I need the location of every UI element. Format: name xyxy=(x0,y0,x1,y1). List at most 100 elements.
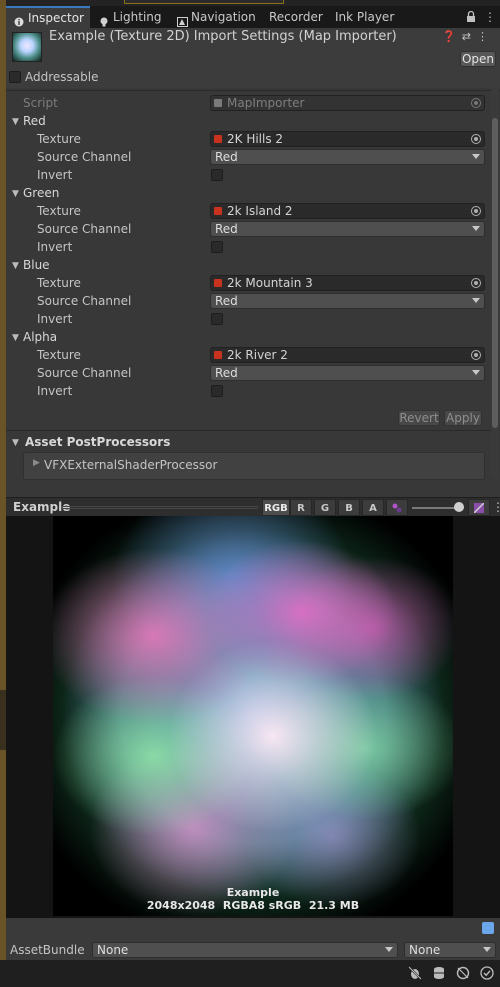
apply-button[interactable]: Apply xyxy=(444,410,482,426)
texture-label: Texture xyxy=(37,348,81,362)
render-pipeline-icon[interactable] xyxy=(456,966,470,980)
tab-label: Recorder xyxy=(269,10,323,24)
green-header[interactable]: Green xyxy=(23,186,59,200)
preview-menu-icon[interactable]: ⋮ xyxy=(492,500,500,514)
assetbundle-name-dropdown[interactable]: None xyxy=(92,942,398,958)
red-invert-checkbox[interactable] xyxy=(211,169,223,181)
b-channel-button[interactable]: B xyxy=(338,499,360,516)
help-icon[interactable]: ❓ xyxy=(442,30,462,43)
revert-button[interactable]: Revert xyxy=(398,410,440,426)
info-icon xyxy=(14,13,24,27)
tab-ink-player[interactable]: Ink Player xyxy=(335,6,394,28)
red-texture-field[interactable]: 2K Hills 2 xyxy=(210,131,485,147)
foldout-arrow-icon[interactable]: ▼ xyxy=(12,261,19,271)
texture-icon xyxy=(214,207,222,215)
cache-icon[interactable] xyxy=(432,966,446,980)
dropdown-arrow-icon xyxy=(385,947,393,952)
preset-icon[interactable]: ⇄ xyxy=(462,30,477,43)
kebab-menu-icon[interactable]: ⋮ xyxy=(484,6,496,28)
source-channel-label: Source Channel xyxy=(37,150,132,164)
debug-off-icon[interactable] xyxy=(408,966,422,980)
texture-label: Texture xyxy=(37,204,81,218)
navigation-icon xyxy=(177,12,188,27)
blue-source-channel-dropdown[interactable]: Red xyxy=(210,293,485,309)
source-channel-label: Source Channel xyxy=(37,222,132,236)
blue-invert-checkbox[interactable] xyxy=(211,313,223,325)
green-invert-checkbox[interactable] xyxy=(211,241,223,253)
texture-icon xyxy=(214,351,222,359)
assetbundle-label: AssetBundle xyxy=(10,943,85,957)
object-picker-icon[interactable] xyxy=(471,350,481,360)
object-picker-icon[interactable] xyxy=(471,278,481,288)
tab-bar: Inspector Lighting Navigation Recorder I… xyxy=(6,6,500,28)
inspector-scrollbar[interactable] xyxy=(491,88,499,478)
tab-inspector[interactable]: Inspector xyxy=(6,6,90,28)
dropdown-value: Red xyxy=(215,150,238,164)
foldout-arrow-icon[interactable]: ▼ xyxy=(12,438,19,448)
mip-icon[interactable] xyxy=(386,499,408,516)
scrollbar-thumb[interactable] xyxy=(492,118,498,428)
foldout-arrow-icon[interactable]: ▼ xyxy=(12,189,19,199)
dropdown-value: Red xyxy=(215,366,238,380)
object-picker-icon[interactable] xyxy=(471,206,481,216)
object-picker-icon xyxy=(471,98,481,108)
inspector-header: Example (Texture 2D) Import Settings (Ma… xyxy=(6,28,500,88)
green-texture-field[interactable]: 2k Island 2 xyxy=(210,203,485,219)
mip-slider-handle[interactable] xyxy=(454,502,464,512)
blue-texture-value: 2k Mountain 3 xyxy=(227,276,313,290)
object-picker-icon[interactable] xyxy=(471,134,481,144)
red-header[interactable]: Red xyxy=(23,114,46,128)
mip-bias-icon[interactable] xyxy=(468,499,490,516)
texture-icon xyxy=(214,135,222,143)
dropdown-arrow-icon xyxy=(483,947,491,952)
a-channel-button[interactable]: A xyxy=(362,499,384,516)
checkmark-icon[interactable] xyxy=(480,966,494,980)
status-bar xyxy=(0,960,500,987)
red-texture-value: 2K Hills 2 xyxy=(227,132,284,146)
tab-lighting[interactable]: Lighting xyxy=(99,6,162,28)
section-divider xyxy=(6,430,500,431)
g-channel-button[interactable]: G xyxy=(314,499,336,516)
asset-postprocessors-header[interactable]: Asset PostProcessors xyxy=(25,435,170,449)
green-source-channel-dropdown[interactable]: Red xyxy=(210,221,485,237)
resize-grip[interactable] xyxy=(62,506,258,509)
blue-header[interactable]: Blue xyxy=(23,258,50,272)
texture-preview-image xyxy=(53,516,453,916)
texture-label: Texture xyxy=(37,276,81,290)
alpha-texture-value: 2k River 2 xyxy=(227,348,288,362)
texture-icon xyxy=(214,279,222,287)
assetbundle-variant-dropdown[interactable]: None xyxy=(404,942,496,958)
texture-thumbnail xyxy=(12,32,42,62)
source-channel-label: Source Channel xyxy=(37,366,132,380)
texture-format-info: 2048x2048 RGBA8 sRGB 21.3 MB xyxy=(146,899,360,912)
alpha-texture-field[interactable]: 2k River 2 xyxy=(210,347,485,363)
dropdown-arrow-icon xyxy=(472,370,480,375)
red-source-channel-dropdown[interactable]: Red xyxy=(210,149,485,165)
lock-icon[interactable] xyxy=(466,6,476,28)
invert-label: Invert xyxy=(37,168,73,182)
expand-arrow-icon[interactable]: ▶ xyxy=(33,458,40,468)
addressable-checkbox[interactable] xyxy=(9,71,21,83)
invert-label: Invert xyxy=(37,312,73,326)
r-channel-button[interactable]: R xyxy=(290,499,312,516)
invert-label: Invert xyxy=(37,240,73,254)
context-menu-icon[interactable]: ⋮ xyxy=(477,30,494,43)
rgb-channel-button[interactable]: RGB xyxy=(262,499,290,516)
tab-recorder[interactable]: Recorder xyxy=(269,6,323,28)
foldout-arrow-icon[interactable]: ▼ xyxy=(12,117,19,127)
tab-navigation[interactable]: Navigation xyxy=(177,6,256,28)
blue-texture-field[interactable]: 2k Mountain 3 xyxy=(210,275,485,291)
asset-labels-bar xyxy=(6,918,500,940)
alpha-source-channel-dropdown[interactable]: Red xyxy=(210,365,485,381)
tag-icon[interactable] xyxy=(482,922,494,934)
assetbundle-bar: AssetBundle None None xyxy=(6,940,500,960)
open-button[interactable]: Open xyxy=(460,51,496,67)
alpha-invert-checkbox[interactable] xyxy=(211,385,223,397)
texture-name: Example xyxy=(226,886,280,899)
tab-label: Navigation xyxy=(191,10,256,24)
postprocessor-item[interactable]: VFXExternalShaderProcessor xyxy=(44,458,217,472)
dropdown-arrow-icon xyxy=(472,154,480,159)
alpha-header[interactable]: Alpha xyxy=(23,330,57,344)
dropdown-value: None xyxy=(409,943,441,957)
foldout-arrow-icon[interactable]: ▼ xyxy=(12,333,19,343)
